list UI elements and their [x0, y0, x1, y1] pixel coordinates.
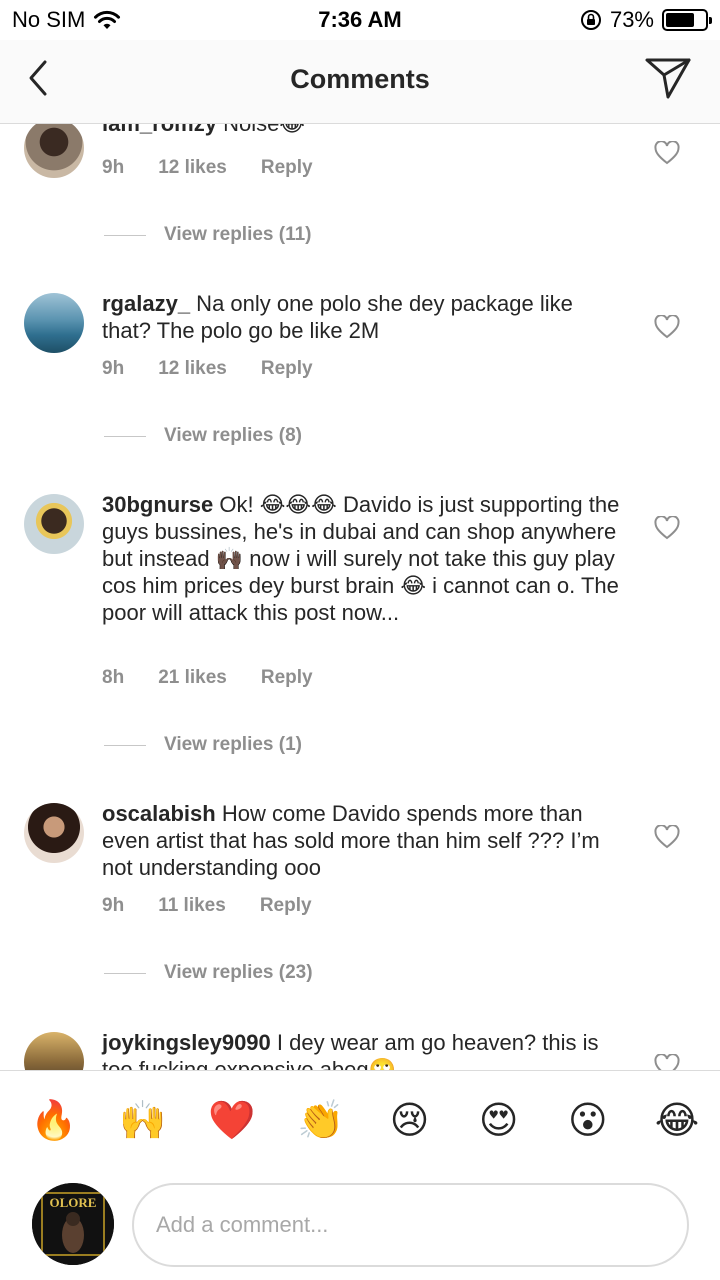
comment-meta: 8h 21 likes Reply: [102, 667, 347, 689]
view-replies-button[interactable]: View replies (1): [104, 734, 302, 756]
avatar-logo-icon: OLORE: [32, 1183, 114, 1265]
current-user-avatar: OLORE: [32, 1183, 114, 1265]
emoji-quick-bar: 🔥 🙌 ❤️ 👏 😢 😍 😮 😂: [30, 1097, 700, 1143]
view-replies-button[interactable]: View replies (23): [104, 962, 313, 984]
comment-likes[interactable]: 12 likes: [158, 157, 227, 179]
reply-button[interactable]: Reply: [261, 667, 313, 689]
orientation-lock-icon: [580, 10, 601, 30]
comments-list[interactable]: iam_romzy Noise😂 9h 12 likes Reply View …: [0, 124, 720, 1070]
comment-text: oscalabish How come Davido spends more t…: [102, 800, 622, 881]
comment-time: 9h: [102, 895, 125, 916]
battery-icon: [662, 9, 712, 31]
status-bar: No SIM 7:36 AM 73%: [0, 0, 720, 40]
view-replies-button[interactable]: View replies (8): [104, 425, 302, 447]
heart-icon[interactable]: [654, 825, 680, 849]
heart-icon[interactable]: [654, 516, 680, 540]
comment-likes[interactable]: 21 likes: [158, 667, 227, 689]
comment-input[interactable]: [132, 1183, 689, 1267]
comment-text: iam_romzy Noise😂: [102, 124, 622, 137]
comment-likes[interactable]: 12 likes: [158, 358, 227, 380]
comment-username[interactable]: rgalazy_: [102, 291, 190, 316]
reply-button[interactable]: Reply: [260, 895, 312, 917]
comment-likes[interactable]: 11 likes: [158, 895, 226, 917]
reply-button[interactable]: Reply: [261, 157, 313, 179]
view-replies-button[interactable]: View replies (11): [104, 224, 312, 246]
avatar[interactable]: [24, 494, 84, 554]
battery-percent: 73%: [609, 7, 654, 32]
heart-eyes-emoji-button[interactable]: 😍: [476, 1097, 522, 1143]
reply-button[interactable]: Reply: [261, 358, 313, 380]
raised-hands-emoji-button[interactable]: 🙌: [119, 1097, 166, 1143]
comment-text: 30bgnurse Ok! 😂😂😂 Davido is just support…: [102, 491, 622, 626]
heart-icon[interactable]: [654, 1054, 680, 1070]
battery-level: [666, 13, 694, 27]
nav-bar: Comments: [0, 40, 720, 124]
comment-message: Noise😂: [217, 124, 305, 136]
comment-meta: 9h 12 likes Reply: [102, 157, 347, 179]
fire-emoji-button[interactable]: 🔥: [30, 1097, 77, 1143]
comment-text: rgalazy_ Na only one polo she dey packag…: [102, 290, 622, 344]
heart-emoji-button[interactable]: ❤️: [208, 1097, 255, 1143]
heart-icon[interactable]: [654, 315, 680, 339]
clapping-emoji-button[interactable]: 👏: [297, 1097, 344, 1143]
heart-icon[interactable]: [654, 141, 680, 165]
comment-time: 8h: [102, 667, 125, 688]
comment-username[interactable]: joykingsley9090: [102, 1030, 271, 1055]
comment-username[interactable]: iam_romzy: [102, 124, 217, 136]
page-title: Comments: [290, 64, 430, 94]
comment-composer-panel: 🔥 🙌 ❤️ 👏 😢 😍 😮 😂 OLORE: [0, 1070, 720, 1280]
comment-time: 9h: [102, 358, 125, 379]
avatar-brand-text: OLORE: [50, 1195, 97, 1210]
comment-meta: 9h 11 likes Reply: [102, 895, 346, 917]
avatar[interactable]: [24, 803, 84, 863]
comment-meta: 9h 12 likes Reply: [102, 358, 347, 380]
comment-username[interactable]: 30bgnurse: [102, 492, 213, 517]
comment-time: 9h: [102, 157, 125, 178]
comment-username[interactable]: oscalabish: [102, 801, 216, 826]
avatar[interactable]: [24, 293, 84, 353]
crying-emoji-button[interactable]: 😢: [387, 1097, 433, 1143]
comment-text: joykingsley9090 I dey wear am go heaven?…: [102, 1029, 622, 1070]
share-send-icon[interactable]: [644, 56, 692, 100]
avatar[interactable]: [24, 124, 84, 178]
status-right: 73%: [580, 7, 712, 33]
surprised-emoji-button[interactable]: 😮: [565, 1097, 611, 1143]
laughing-emoji-button[interactable]: 😂: [654, 1097, 700, 1143]
avatar[interactable]: [24, 1032, 84, 1070]
